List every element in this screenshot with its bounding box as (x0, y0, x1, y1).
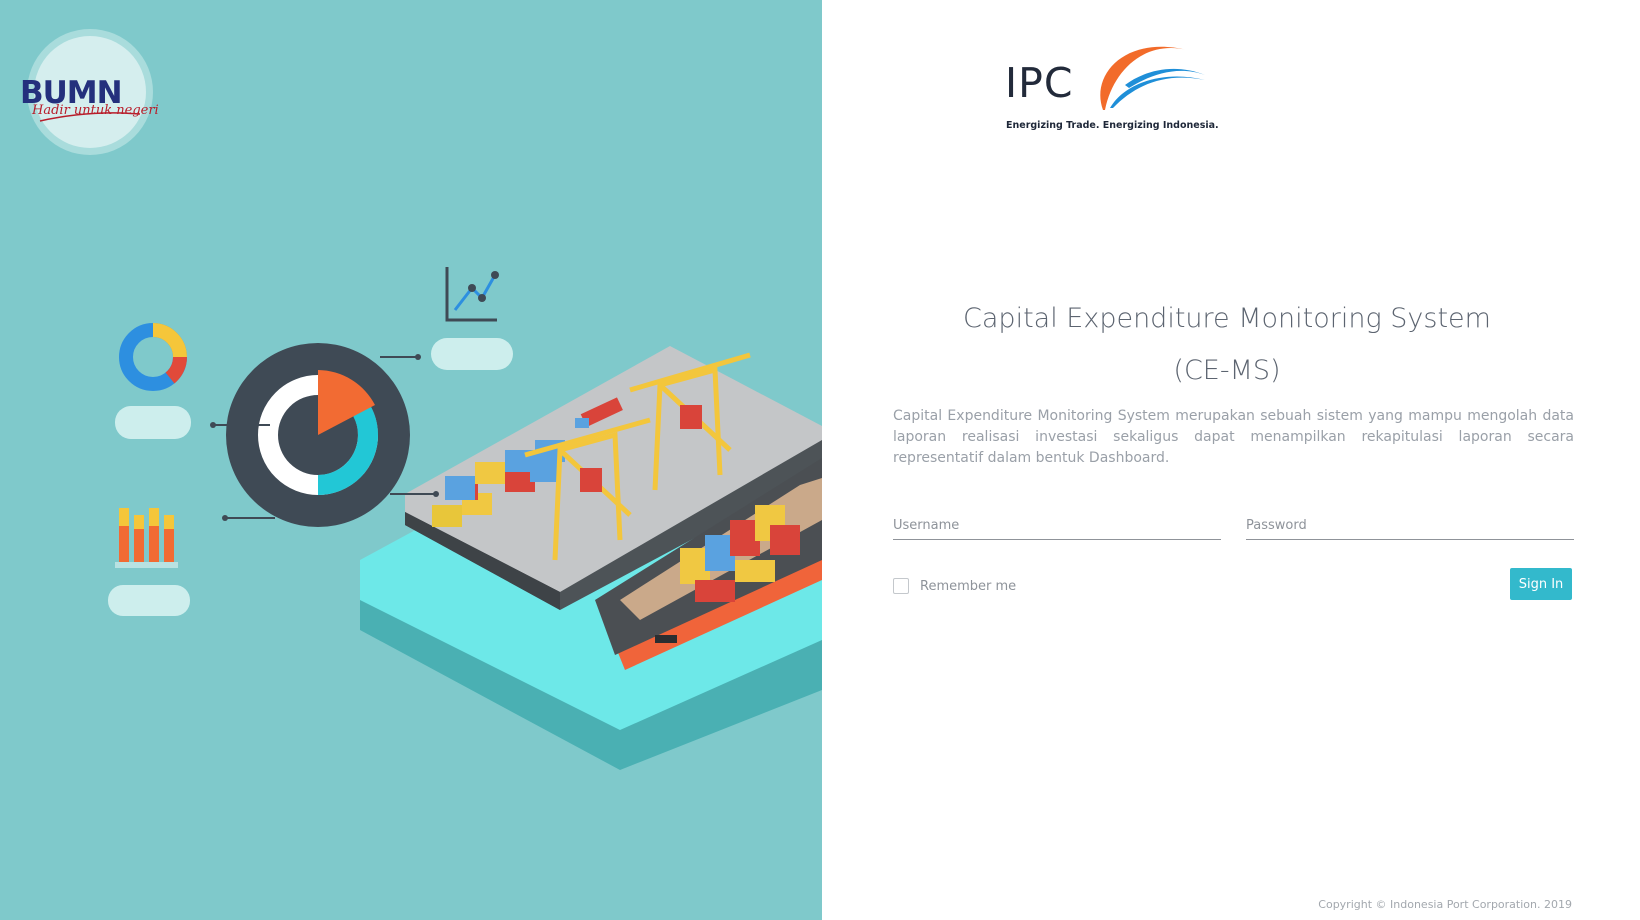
remember-me[interactable]: Remember me (893, 577, 1016, 595)
ipc-tagline: Energizing Trade. Energizing Indonesia. (1006, 120, 1219, 131)
ipc-wordmark: IPC (1005, 59, 1074, 107)
username-input[interactable] (893, 512, 1221, 538)
username-field (893, 512, 1221, 540)
sign-in-button[interactable]: Sign In (1510, 568, 1572, 600)
page-subtitle: (CE-MS) (1173, 355, 1281, 386)
bumn-logo: BUMN Hadir untuk negeri (20, 29, 159, 155)
bar-chart-icon (108, 508, 190, 616)
password-input[interactable] (1246, 512, 1574, 538)
pie-chart-icon (115, 323, 191, 439)
bumn-tagline: Hadir untuk negeri (31, 103, 159, 118)
ipc-logo: IPC Energizing Trade. Energizing Indones… (1005, 30, 1219, 136)
remember-me-label: Remember me (920, 578, 1017, 594)
login-panel: IPC Energizing Trade. Energizing Indones… (822, 0, 1640, 920)
page-title: Capital Expenditure Monitoring System (963, 303, 1491, 334)
copyright-text: Copyright © Indonesia Port Corporation. … (1318, 898, 1572, 911)
remember-me-checkbox[interactable] (893, 578, 909, 594)
hero-illustration-panel: BUMN Hadir untuk negeri (0, 0, 822, 920)
line-chart-icon (431, 267, 513, 370)
donut-chart-icon (210, 343, 439, 527)
port-illustration: BUMN Hadir untuk negeri (20, 29, 822, 770)
system-description: Capital Expenditure Monitoring System me… (893, 408, 1574, 466)
password-field (1246, 512, 1574, 540)
